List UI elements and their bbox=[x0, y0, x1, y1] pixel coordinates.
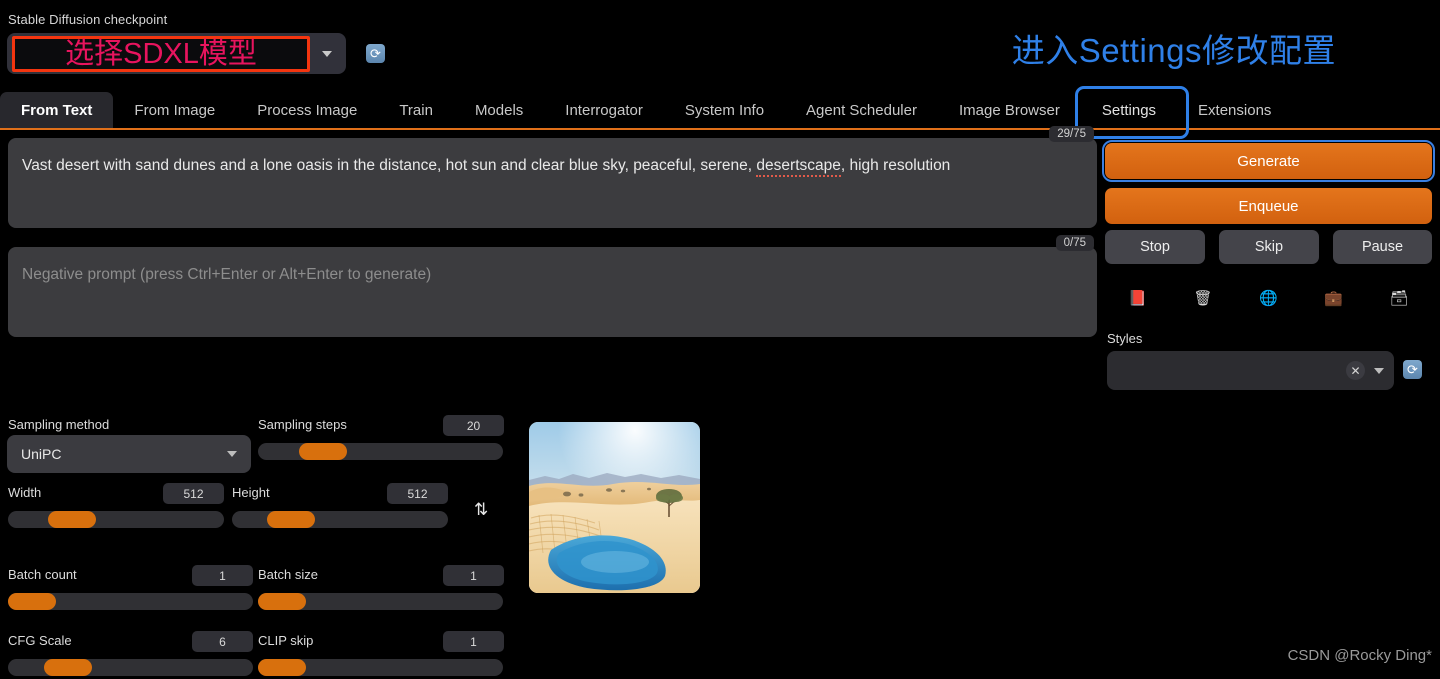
sampling-steps-slider[interactable] bbox=[258, 443, 503, 460]
clip-skip-value[interactable]: 1 bbox=[443, 631, 504, 652]
checkpoint-value: 选择SDXL模型 bbox=[65, 37, 257, 70]
negative-prompt-placeholder: Negative prompt (press Ctrl+Enter or Alt… bbox=[22, 266, 432, 283]
checkpoint-label: Stable Diffusion checkpoint bbox=[8, 12, 168, 27]
height-label: Height bbox=[232, 485, 270, 500]
sampling-steps-label: Sampling steps bbox=[258, 417, 347, 432]
generate-button[interactable]: Generate bbox=[1102, 140, 1435, 182]
tab-system-info[interactable]: System Info bbox=[664, 92, 785, 128]
negative-token-counter: 0/75 bbox=[1055, 235, 1094, 251]
width-slider-thumb[interactable] bbox=[48, 511, 96, 528]
tab-interrogator[interactable]: Interrogator bbox=[544, 92, 664, 128]
close-icon[interactable]: ✕ bbox=[1346, 361, 1365, 380]
chevron-down-icon bbox=[227, 451, 237, 457]
enqueue-button[interactable]: Enqueue bbox=[1105, 188, 1432, 224]
tab-image-browser[interactable]: Image Browser bbox=[938, 92, 1081, 128]
clip-skip-label: CLIP skip bbox=[258, 633, 314, 648]
sampling-method-label: Sampling method bbox=[8, 417, 110, 432]
swap-dimensions-icon[interactable]: ⇅ bbox=[474, 500, 488, 520]
refresh-styles-icon[interactable]: ⟳ bbox=[1403, 360, 1422, 379]
generated-image-preview[interactable] bbox=[529, 422, 700, 593]
batch-size-label: Batch size bbox=[258, 567, 318, 582]
network-icon[interactable]: 🌐 bbox=[1259, 291, 1278, 306]
cfg-scale-slider[interactable] bbox=[8, 659, 253, 676]
width-value[interactable]: 512 bbox=[163, 483, 224, 504]
checkpoint-bar: Stable Diffusion checkpoint 选择SDXL模型 ⟳ 进… bbox=[0, 0, 1440, 88]
tab-from-text[interactable]: From Text bbox=[0, 92, 114, 128]
height-slider-thumb[interactable] bbox=[267, 511, 315, 528]
positive-prompt-misspelled-word: desertscape bbox=[756, 157, 841, 177]
tab-agent-scheduler[interactable]: Agent Scheduler bbox=[785, 92, 938, 128]
styles-label: Styles bbox=[1107, 331, 1143, 346]
height-value[interactable]: 512 bbox=[387, 483, 448, 504]
positive-prompt-part-a: Vast desert with sand dunes and a lone o… bbox=[22, 157, 757, 174]
chevron-down-icon bbox=[1374, 367, 1384, 374]
cfg-scale-value[interactable]: 6 bbox=[192, 631, 253, 652]
stable-diffusion-webui: Stable Diffusion checkpoint 选择SDXL模型 ⟳ 进… bbox=[0, 0, 1440, 679]
batch-size-value[interactable]: 1 bbox=[443, 565, 504, 586]
watermark: CSDN @Rocky Ding* bbox=[1287, 647, 1432, 664]
chevron-down-icon bbox=[322, 50, 332, 57]
styles-dropdown[interactable]: ✕ bbox=[1107, 351, 1394, 390]
refresh-checkpoints-icon[interactable]: ⟳ bbox=[366, 44, 385, 63]
extra-networks-icon[interactable]: 💼 bbox=[1324, 291, 1343, 306]
sampling-steps-slider-thumb[interactable] bbox=[299, 443, 347, 460]
batch-count-value[interactable]: 1 bbox=[192, 565, 253, 586]
cfg-scale-label: CFG Scale bbox=[8, 633, 72, 648]
prompt-tool-icon-row: 📕 🗑 🌐 💼 🗃 bbox=[1105, 286, 1432, 310]
tab-models[interactable]: Models bbox=[454, 92, 544, 128]
tab-train[interactable]: Train bbox=[378, 92, 454, 128]
tab-extensions[interactable]: Extensions bbox=[1177, 92, 1292, 128]
width-slider[interactable] bbox=[8, 511, 224, 528]
negative-prompt-field[interactable]: 0/75 Negative prompt (press Ctrl+Enter o… bbox=[8, 235, 1097, 337]
sampling-steps-value[interactable]: 20 bbox=[443, 415, 504, 436]
sampling-method-dropdown[interactable]: UniPC bbox=[7, 435, 251, 473]
batch-size-slider[interactable] bbox=[258, 593, 503, 610]
cfg-scale-slider-thumb[interactable] bbox=[44, 659, 92, 676]
height-slider[interactable] bbox=[232, 511, 448, 528]
width-label: Width bbox=[8, 485, 42, 500]
checkpoint-highlight-box: 选择SDXL模型 bbox=[12, 36, 310, 72]
tab-settings[interactable]: Settings bbox=[1074, 86, 1190, 139]
apply-style-icon[interactable]: 🗃 bbox=[1390, 291, 1409, 306]
pause-button[interactable]: Pause bbox=[1333, 230, 1432, 264]
read-generation-parameters-icon[interactable]: 📕 bbox=[1128, 291, 1147, 306]
positive-prompt-text: Vast desert with sand dunes and a lone o… bbox=[8, 138, 1097, 177]
tab-from-image[interactable]: From Image bbox=[113, 92, 236, 128]
batch-size-slider-thumb[interactable] bbox=[258, 593, 306, 610]
skip-button[interactable]: Skip bbox=[1219, 230, 1319, 264]
stop-button[interactable]: Stop bbox=[1105, 230, 1205, 264]
clip-skip-slider[interactable] bbox=[258, 659, 503, 676]
checkpoint-dropdown[interactable]: 选择SDXL模型 bbox=[7, 33, 346, 74]
batch-count-slider[interactable] bbox=[8, 593, 253, 610]
desert-oasis-illustration bbox=[529, 422, 700, 593]
sampling-method-value: UniPC bbox=[21, 446, 62, 462]
settings-annotation-text: 进入Settings修改配置 bbox=[1011, 32, 1336, 69]
positive-prompt-field[interactable]: 29/75 Vast desert with sand dunes and a … bbox=[8, 126, 1097, 228]
positive-prompt-part-b: , high resolution bbox=[840, 157, 951, 174]
batch-count-label: Batch count bbox=[8, 567, 77, 582]
positive-token-counter: 29/75 bbox=[1049, 126, 1094, 142]
clear-prompt-icon[interactable]: 🗑 bbox=[1194, 291, 1213, 306]
clip-skip-slider-thumb[interactable] bbox=[258, 659, 306, 676]
main-tab-bar: From Text From Image Process Image Train… bbox=[0, 86, 1440, 139]
batch-count-slider-thumb[interactable] bbox=[8, 593, 56, 610]
tab-process-image[interactable]: Process Image bbox=[236, 92, 378, 128]
